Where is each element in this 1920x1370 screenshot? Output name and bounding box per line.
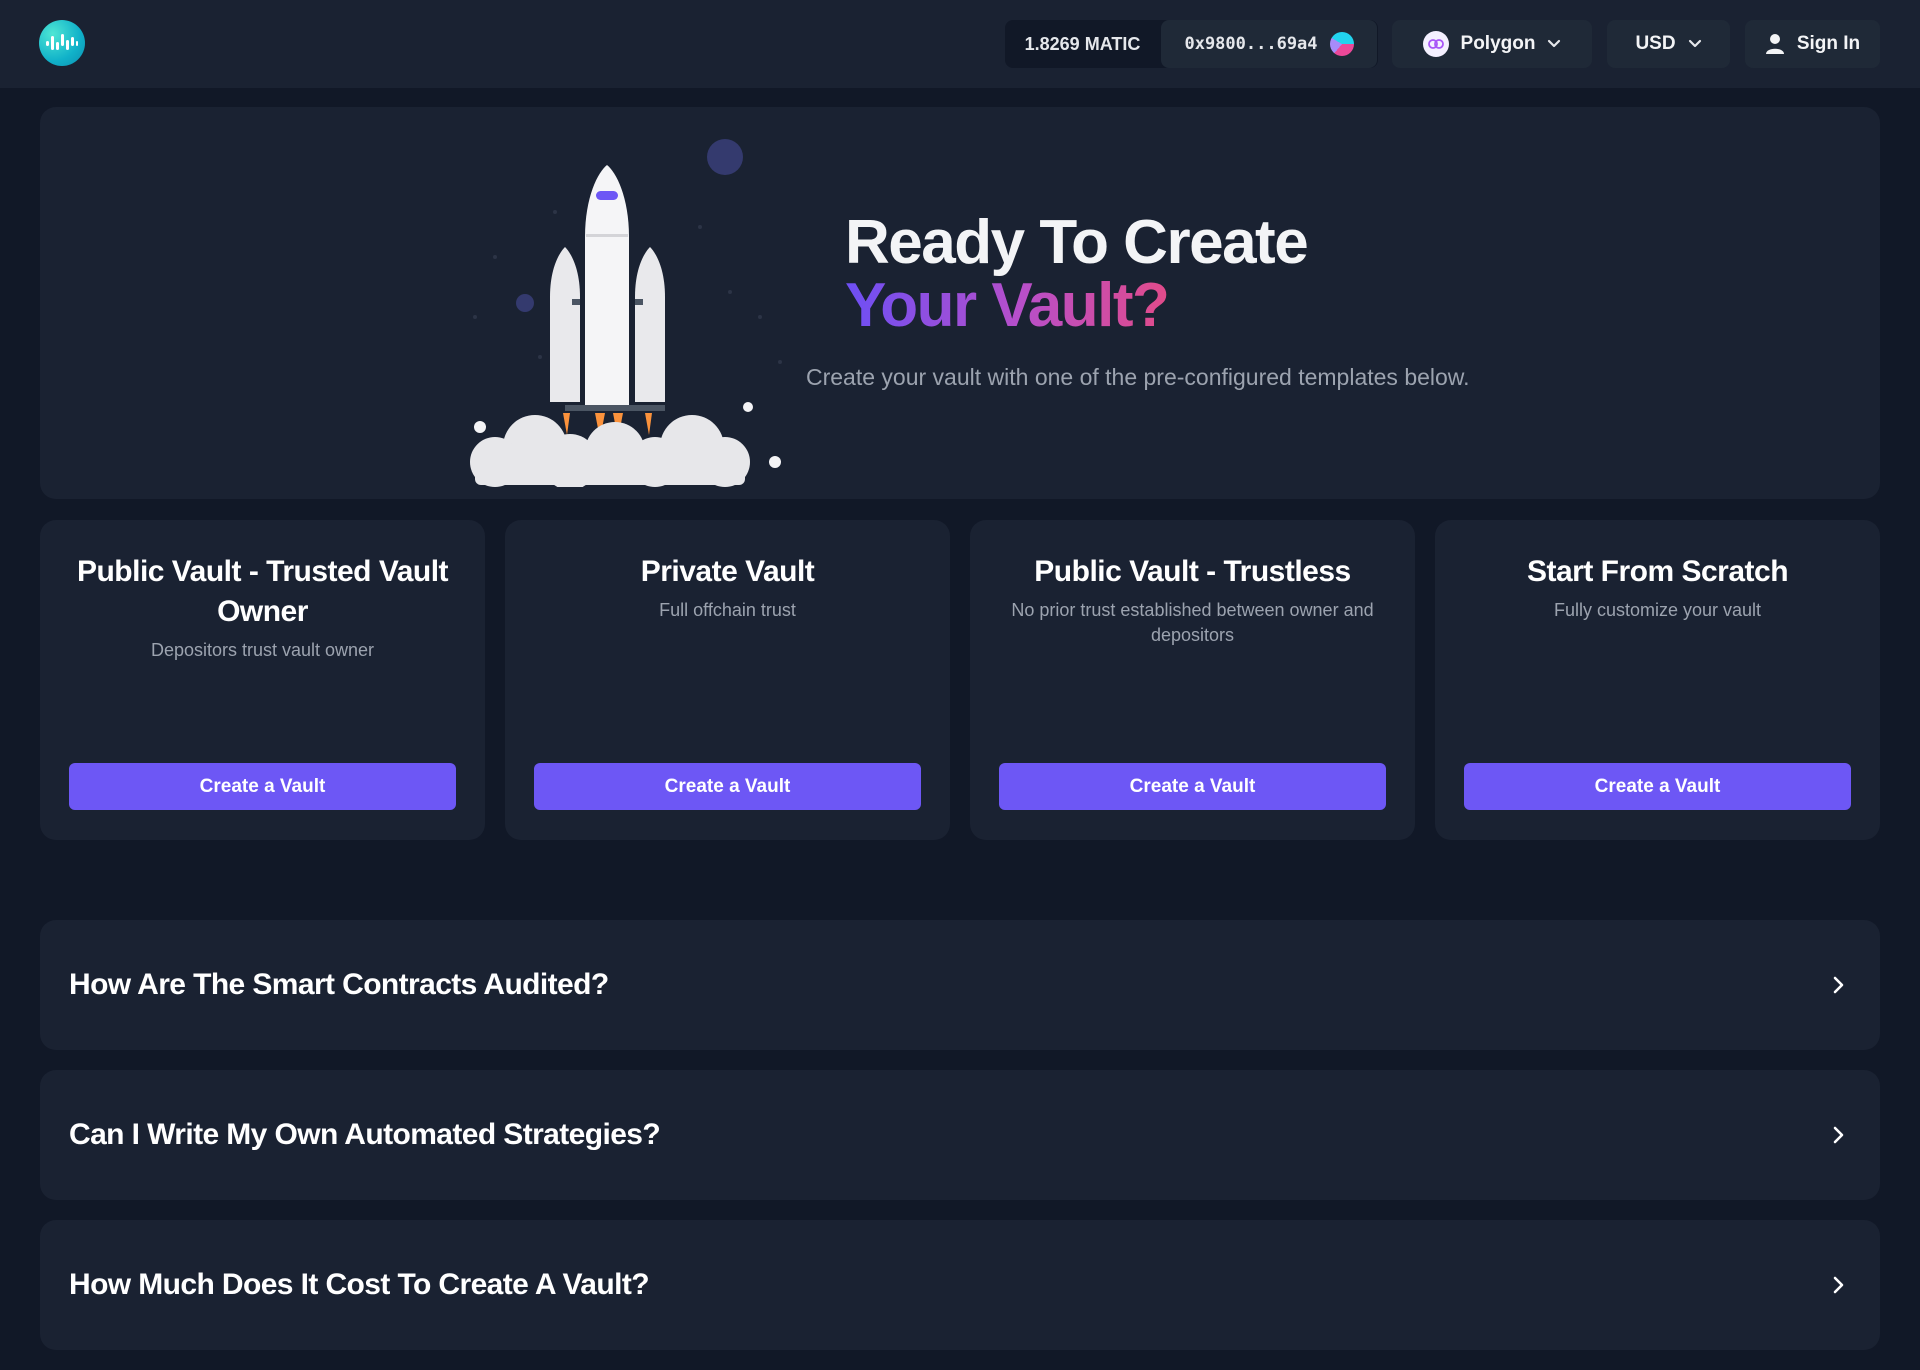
hero-subtitle: Create your vault with one of the pre-co… bbox=[806, 364, 1470, 390]
wallet-address-button[interactable]: 0x9800...69a4 bbox=[1161, 20, 1377, 68]
wallet-avatar-icon bbox=[1329, 32, 1354, 56]
create-vault-button[interactable]: Create a Vault bbox=[999, 763, 1386, 810]
chevron-right-icon bbox=[1833, 1126, 1844, 1144]
hero-banner: Ready To Create Your Vault? bbox=[40, 107, 1880, 499]
create-vault-button[interactable]: Create a Vault bbox=[534, 763, 921, 810]
wallet-address: 0x9800...69a4 bbox=[1184, 34, 1318, 54]
template-title: Public Vault - Trusted Vault Owner bbox=[76, 555, 449, 628]
chevron-right-icon bbox=[1833, 1276, 1844, 1294]
wallet-balance: 1.8269 MATIC bbox=[1024, 33, 1141, 54]
create-vault-button[interactable]: Create a Vault bbox=[1464, 763, 1851, 810]
polygon-icon bbox=[1422, 31, 1449, 57]
hero-title-line1: Ready To Create bbox=[845, 208, 1309, 277]
template-card-trustless: Public Vault - Trustless No prior trust … bbox=[970, 520, 1415, 840]
app-logo[interactable] bbox=[39, 20, 85, 66]
sign-in-button[interactable]: Sign In bbox=[1745, 20, 1880, 68]
create-vault-button[interactable]: Create a Vault bbox=[69, 763, 456, 810]
network-selector[interactable]: Polygon bbox=[1392, 20, 1592, 68]
sign-in-label: Sign In bbox=[1796, 33, 1861, 54]
waveform-logo-icon bbox=[46, 34, 78, 50]
template-card-private: Private Vault Full offchain trust Create… bbox=[505, 520, 950, 840]
template-description: Depositors trust vault owner bbox=[150, 640, 375, 660]
template-title: Private Vault bbox=[640, 555, 815, 588]
faq-question: Can I Write My Own Automated Strategies? bbox=[69, 1118, 661, 1151]
template-card-scratch: Start From Scratch Fully customize your … bbox=[1435, 520, 1880, 840]
hero-title: Ready To Create Your Vault? bbox=[845, 208, 1309, 340]
chevron-down-icon bbox=[1548, 39, 1561, 48]
faq-item-cost[interactable]: How Much Does It Cost To Create A Vault? bbox=[40, 1220, 1880, 1350]
faq-question: How Much Does It Cost To Create A Vault? bbox=[69, 1268, 650, 1301]
currency-label: USD bbox=[1635, 33, 1676, 54]
chevron-right-icon bbox=[1833, 976, 1844, 994]
network-label: Polygon bbox=[1460, 33, 1536, 54]
currency-selector[interactable]: USD bbox=[1607, 20, 1730, 68]
template-description: Full offchain trust bbox=[659, 600, 796, 620]
user-icon bbox=[1765, 34, 1784, 54]
faq-item-strategies[interactable]: Can I Write My Own Automated Strategies? bbox=[40, 1070, 1880, 1200]
wallet-widget[interactable]: 1.8269 MATIC 0x9800...69a4 bbox=[1005, 20, 1378, 68]
template-title: Start From Scratch bbox=[1526, 555, 1789, 588]
chevron-down-icon bbox=[1688, 39, 1701, 48]
template-description: Fully customize your vault bbox=[1553, 600, 1762, 620]
template-card-trusted-owner: Public Vault - Trusted Vault Owner Depos… bbox=[40, 520, 485, 840]
faq-question: How Are The Smart Contracts Audited? bbox=[69, 968, 609, 1001]
faq-item-audit[interactable]: How Are The Smart Contracts Audited? bbox=[40, 920, 1880, 1050]
rocket-illustration bbox=[470, 139, 782, 487]
template-description: No prior trust established between owner… bbox=[1011, 600, 1374, 645]
hero-title-line2: Your Vault? bbox=[845, 271, 1170, 340]
template-title: Public Vault - Trustless bbox=[1034, 555, 1351, 588]
top-navbar: 1.8269 MATIC 0x9800...69a4 Polygon USD S… bbox=[0, 0, 1920, 88]
